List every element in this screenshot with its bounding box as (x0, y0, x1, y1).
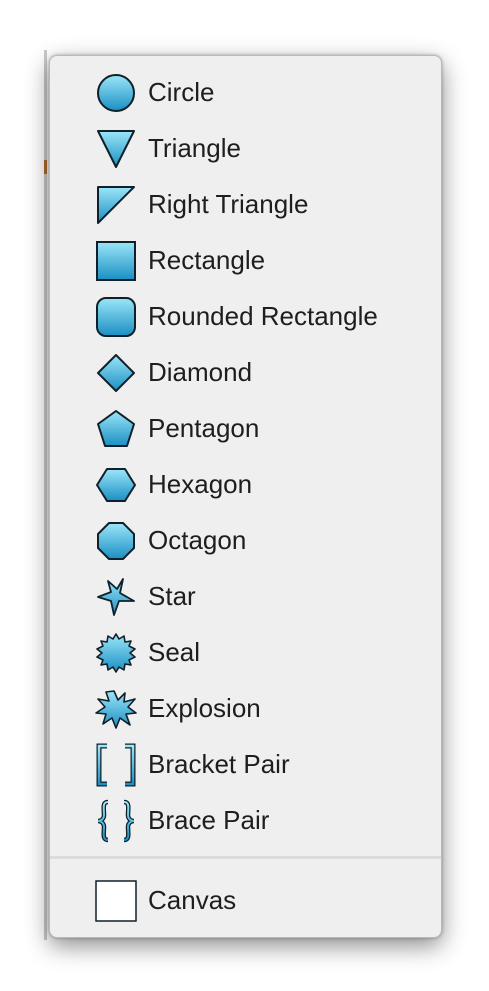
menu-item-label: Star (148, 581, 196, 611)
menu-item-seal[interactable]: Seal (50, 624, 441, 680)
star-icon (94, 575, 138, 619)
menu-item-canvas[interactable]: Canvas (50, 872, 441, 928)
canvas-icon (94, 879, 138, 923)
rectangle-icon (94, 239, 138, 283)
menu-item-label: Octagon (148, 525, 247, 555)
menu-item-label: Brace Pair (148, 805, 270, 835)
menu-item-label: Rounded Rectangle (148, 301, 378, 331)
menu-item-label: Rectangle (148, 245, 266, 275)
menu-item-octagon[interactable]: Octagon (50, 512, 441, 568)
shapes-menu: Circle Triangle Right Triangle Rectangle… (49, 55, 442, 938)
seal-icon (94, 631, 138, 675)
menu-item-label: Circle (148, 77, 215, 107)
brace-pair-icon (94, 799, 138, 843)
menu-separator (50, 856, 441, 859)
menu-item-bracket-pair[interactable]: Bracket Pair (50, 736, 441, 792)
menu-item-star[interactable]: Star (50, 568, 441, 624)
menu-item-label: Seal (148, 637, 201, 667)
window-edge (44, 50, 47, 940)
menu-item-right-triangle[interactable]: Right Triangle (50, 176, 441, 232)
menu-item-triangle[interactable]: Triangle (50, 120, 441, 176)
menu-item-label: Bracket Pair (148, 749, 290, 779)
menu-item-circle[interactable]: Circle (50, 64, 441, 120)
menu-item-rectangle[interactable]: Rectangle (50, 232, 441, 288)
window-edge-marker (44, 160, 47, 174)
hexagon-icon (94, 463, 138, 507)
pentagon-icon (94, 407, 138, 451)
bracket-pair-icon (94, 743, 138, 787)
explosion-icon (94, 687, 138, 731)
menu-item-brace-pair[interactable]: Brace Pair (50, 792, 441, 848)
menu-item-pentagon[interactable]: Pentagon (50, 400, 441, 456)
menu-item-label: Pentagon (148, 413, 260, 443)
menu-item-label: Explosion (148, 693, 261, 723)
octagon-icon (94, 519, 138, 563)
menu-item-label: Right Triangle (148, 189, 309, 219)
menu-item-explosion[interactable]: Explosion (50, 680, 441, 736)
menu-item-label: Canvas (148, 885, 237, 915)
diamond-icon (94, 351, 138, 395)
menu-item-diamond[interactable]: Diamond (50, 344, 441, 400)
menu-item-label: Diamond (148, 357, 253, 387)
rounded-rectangle-icon (94, 295, 138, 339)
menu-item-label: Triangle (148, 133, 241, 163)
right-triangle-icon (94, 183, 138, 227)
menu-item-label: Hexagon (148, 469, 253, 499)
menu-item-hexagon[interactable]: Hexagon (50, 456, 441, 512)
menu-item-rounded-rectangle[interactable]: Rounded Rectangle (50, 288, 441, 344)
triangle-icon (94, 127, 138, 171)
circle-icon (94, 71, 138, 115)
